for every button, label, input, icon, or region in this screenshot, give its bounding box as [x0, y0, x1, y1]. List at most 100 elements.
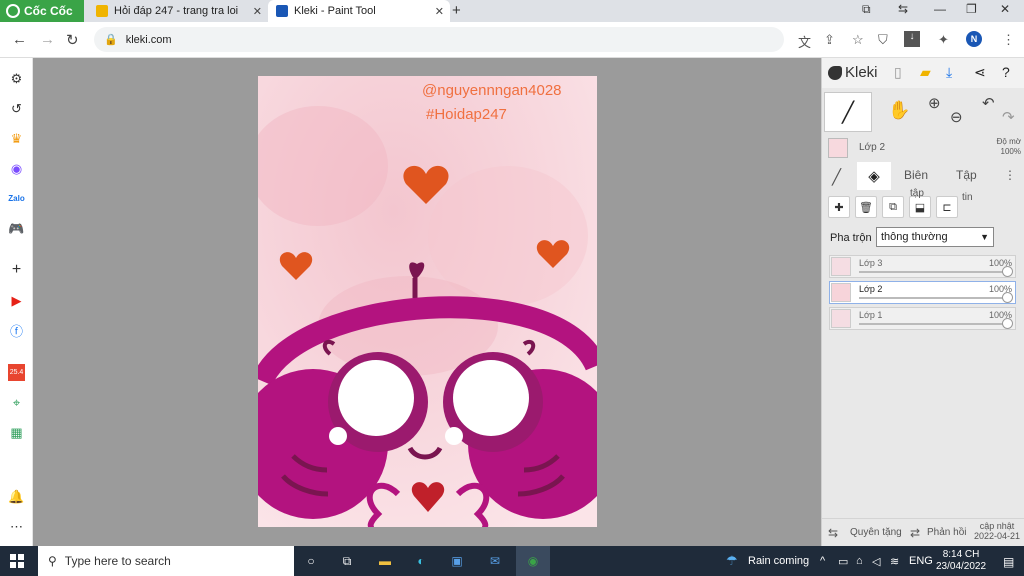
- system-clock[interactable]: 8:14 CH 23/04/2022: [936, 549, 986, 573]
- wifi-icon[interactable]: ≋: [890, 555, 899, 568]
- swap-icon[interactable]: ⇆: [828, 526, 838, 540]
- browser-brand[interactable]: Cốc Cốc: [0, 0, 84, 22]
- tab-brush-icon[interactable]: ╱: [832, 168, 841, 186]
- more-options-icon[interactable]: ⋮: [1004, 168, 1016, 182]
- zoom-in-icon[interactable]: ⊕: [928, 94, 941, 112]
- feedback-icon[interactable]: ⇄: [910, 526, 920, 540]
- more-icon[interactable]: ⋯: [8, 518, 25, 535]
- windows-start-icon[interactable]: [10, 554, 24, 568]
- messenger-icon[interactable]: ◉: [8, 160, 25, 177]
- tab-kleki[interactable]: Kleki - Paint Tool ✕: [268, 0, 450, 22]
- network-icon[interactable]: ⌂: [856, 555, 863, 567]
- shopee-icon[interactable]: 25.4: [8, 364, 25, 381]
- close-icon[interactable]: ✕: [253, 5, 262, 18]
- clock-date: 23/04/2022: [936, 561, 987, 572]
- download-icon[interactable]: ↓: [904, 31, 920, 47]
- screenshot-icon[interactable]: ⧉: [862, 2, 871, 17]
- extensions-icon[interactable]: ✦: [938, 32, 949, 48]
- layer-row-2[interactable]: Lớp 2 100%: [829, 281, 1016, 304]
- donate-link[interactable]: Quyên tặng: [850, 527, 902, 538]
- shield-icon[interactable]: ⛉: [878, 32, 888, 48]
- weather-text[interactable]: Rain coming: [748, 555, 809, 567]
- zalo-icon[interactable]: Zalo: [8, 190, 25, 207]
- notification-center-icon[interactable]: ▤: [1003, 555, 1014, 569]
- hoidap-favicon-icon: [96, 5, 108, 17]
- new-file-icon[interactable]: ▯: [894, 64, 902, 81]
- crown-icon[interactable]: ♛: [8, 130, 25, 147]
- tab-file[interactable]: Tập: [956, 168, 977, 182]
- add-layer-button[interactable]: ✚: [828, 196, 850, 218]
- maps-icon[interactable]: ⌖: [8, 394, 25, 411]
- youtube-icon[interactable]: ▶: [8, 292, 25, 309]
- slider-handle[interactable]: [1002, 318, 1013, 329]
- tab-hoidap[interactable]: Hỏi đáp 247 - trang tra loi ✕: [88, 0, 268, 22]
- close-icon[interactable]: ✕: [435, 5, 444, 18]
- battery-icon[interactable]: ▭: [838, 555, 848, 568]
- window-close-icon[interactable]: ✕: [1000, 2, 1010, 16]
- task-view-icon[interactable]: ⧉: [338, 553, 356, 569]
- tray-chevron-icon[interactable]: ^: [820, 555, 825, 567]
- url-field[interactable]: 🔒 kleki.com: [94, 27, 784, 52]
- delete-layer-button[interactable]: 🗑: [855, 196, 877, 218]
- redo-icon[interactable]: ↷: [1002, 108, 1015, 126]
- profile-avatar[interactable]: N: [966, 31, 982, 47]
- windows-taskbar: ⚲ Type here to search ○ ⧉ ▬ ◐ ▣ ✉ ◉ ☂ Ra…: [0, 546, 1024, 576]
- new-tab-icon[interactable]: +: [452, 2, 461, 19]
- update-info[interactable]: cập nhật 2022-04-21: [974, 521, 1020, 541]
- search-placeholder: Type here to search: [64, 554, 171, 568]
- history-icon[interactable]: ↺: [8, 100, 25, 117]
- reload-icon[interactable]: ↻: [66, 31, 79, 49]
- mail-icon[interactable]: ✉: [486, 553, 504, 569]
- browser-tab-bar: Cốc Cốc Hỏi đáp 247 - trang tra loi ✕ Kl…: [0, 0, 1024, 22]
- layer-name: Lớp 3: [859, 258, 883, 268]
- drawing-canvas[interactable]: @nguyennngan4028 #Hoidap247: [258, 76, 597, 527]
- blend-mode-select[interactable]: thông thường ▼: [876, 227, 994, 247]
- zoom-out-icon[interactable]: ⊖: [950, 108, 963, 126]
- kleki-logo[interactable]: Kleki: [828, 64, 878, 81]
- share-icon[interactable]: ⋖: [974, 64, 986, 81]
- tab-edit[interactable]: Biên: [904, 168, 928, 182]
- tab-layers[interactable]: ◈: [857, 162, 891, 190]
- settings-gear-icon[interactable]: ⚙: [8, 70, 25, 87]
- help-icon[interactable]: ?: [1002, 64, 1010, 80]
- translate-icon[interactable]: 文: [798, 32, 811, 51]
- notification-bell-icon[interactable]: 🔔: [8, 488, 25, 505]
- rename-layer-button[interactable]: ⊏: [936, 196, 958, 218]
- add-sidebar-icon[interactable]: +: [8, 261, 25, 278]
- layer-opacity-slider[interactable]: [859, 297, 1007, 299]
- slider-handle[interactable]: [1002, 292, 1013, 303]
- share-icon[interactable]: ⇪: [824, 32, 835, 48]
- minimize-icon[interactable]: —: [934, 2, 946, 16]
- back-icon[interactable]: ←: [12, 31, 27, 48]
- layer-opacity-slider[interactable]: [859, 323, 1007, 325]
- brush-tool-button[interactable]: ╱: [824, 92, 872, 132]
- volume-icon[interactable]: ◁: [872, 555, 880, 568]
- edge-icon[interactable]: ◐: [412, 553, 430, 569]
- hand-tool-icon[interactable]: ✋: [888, 100, 910, 121]
- game-icon[interactable]: 🎮: [8, 220, 25, 237]
- facebook-icon[interactable]: ⓕ: [8, 322, 25, 339]
- store-icon[interactable]: ▣: [448, 553, 466, 569]
- undo-icon[interactable]: ↶: [982, 94, 995, 112]
- language-indicator[interactable]: ENG: [909, 555, 933, 567]
- slider-handle[interactable]: [1002, 266, 1013, 277]
- save-download-icon[interactable]: ⤓: [946, 64, 952, 81]
- tab-search-icon[interactable]: ⇆: [898, 2, 908, 16]
- feedback-link[interactable]: Phản hồi: [927, 527, 966, 538]
- weather-icon[interactable]: ☂: [726, 553, 738, 569]
- forward-icon[interactable]: →: [40, 31, 55, 48]
- taskbar-search[interactable]: ⚲ Type here to search: [38, 546, 294, 576]
- layer-row-3[interactable]: Lớp 3 100%: [829, 255, 1016, 278]
- duplicate-layer-button[interactable]: ⧉: [882, 196, 904, 218]
- menu-icon[interactable]: ⋮: [1002, 32, 1015, 48]
- cortana-icon[interactable]: ○: [302, 553, 320, 569]
- coccoc-taskbar-icon[interactable]: ◉: [524, 553, 542, 569]
- sheets-icon[interactable]: ▦: [8, 424, 25, 441]
- layer-opacity-slider[interactable]: [859, 271, 1007, 273]
- maximize-icon[interactable]: ❐: [966, 2, 977, 16]
- merge-layer-button[interactable]: ⬓: [909, 196, 931, 218]
- layer-row-1[interactable]: Lớp 1 100%: [829, 307, 1016, 330]
- open-folder-icon[interactable]: ▰: [920, 64, 931, 81]
- bookmark-star-icon[interactable]: ☆: [852, 32, 864, 48]
- file-explorer-icon[interactable]: ▬: [376, 553, 394, 569]
